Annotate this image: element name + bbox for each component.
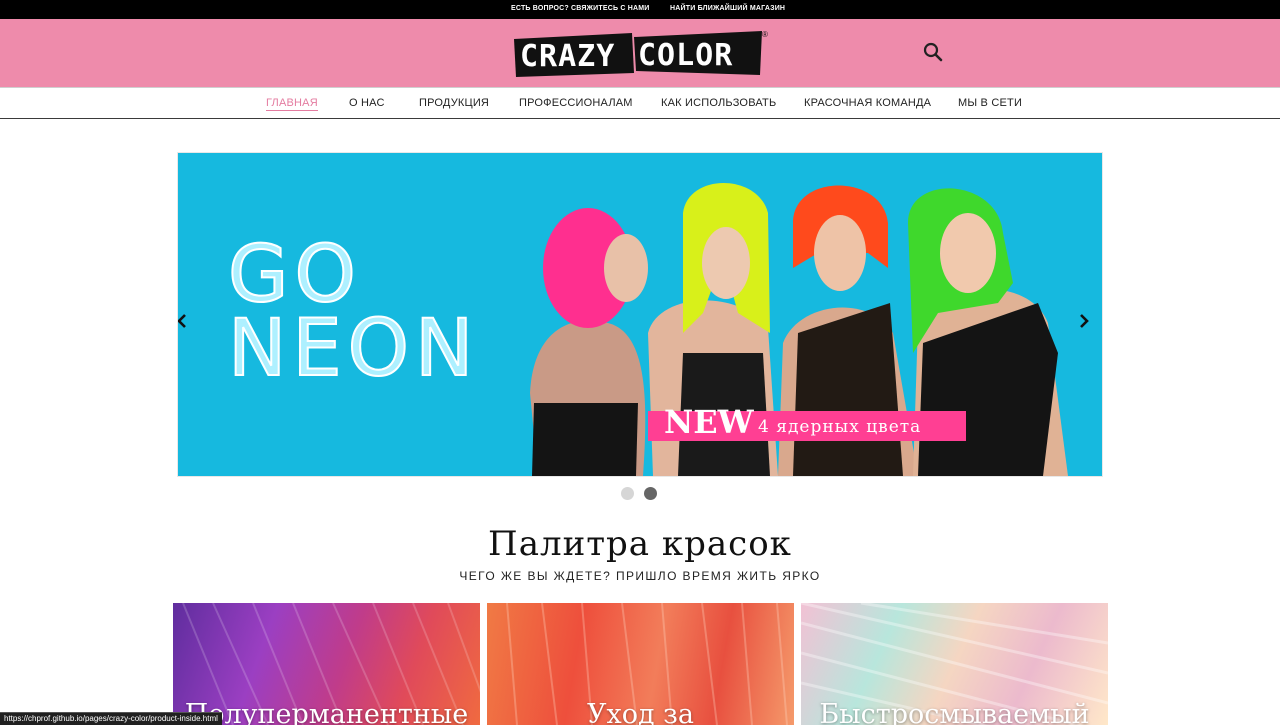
nav-item-about[interactable]: О НАС — [349, 97, 385, 109]
registered-mark: ® — [762, 30, 768, 39]
hero-banner-image: GO NEON NEW 4 ядерных цвета — [227, 183, 1068, 476]
slider-dot-2[interactable] — [644, 487, 657, 500]
palette-subtitle: ЧЕГО ЖЕ ВЫ ЖДЕТЕ? ПРИШЛО ВРЕМЯ ЖИТЬ ЯРКО — [459, 569, 821, 583]
find-store-link[interactable]: НАЙТИ БЛИЖАЙШИЙ МАГАЗИН — [670, 5, 785, 12]
new-badge-label: NEW — [664, 403, 755, 441]
contact-link[interactable]: ЕСТЬ ВОПРОС? СВЯЖИТЕСЬ С НАМИ — [511, 5, 650, 12]
logo-word-color: COLOR — [638, 38, 733, 73]
hero-headline-neon: NEON — [228, 304, 479, 394]
slider-dot-1[interactable] — [621, 487, 634, 500]
nav-item-products[interactable]: ПРОДУКЦИЯ — [419, 97, 489, 109]
category-card-care[interactable]: Уход за — [487, 603, 794, 725]
category-card-label: Быстросмываемый — [819, 699, 1090, 725]
main-nav: ГЛАВНАЯ О НАС ПРОДУКЦИЯ ПРОФЕССИОНАЛАМ К… — [0, 87, 1280, 119]
slider-prev-arrow[interactable] — [178, 313, 190, 329]
logo-word-crazy: CRAZY — [520, 39, 615, 74]
search-icon[interactable] — [922, 41, 944, 63]
top-bar: ЕСТЬ ВОПРОС? СВЯЖИТЕСЬ С НАМИ НАЙТИ БЛИЖ… — [0, 0, 1280, 19]
nav-item-professionals[interactable]: ПРОФЕССИОНАЛАМ — [519, 97, 633, 109]
nav-item-home[interactable]: ГЛАВНАЯ — [266, 97, 318, 111]
palette-title: Палитра красок — [488, 524, 792, 564]
nav-item-color-team[interactable]: КРАСОЧНАЯ КОМАНДА — [804, 97, 931, 109]
category-card-label: Уход за — [586, 699, 695, 725]
category-card-semi-permanent[interactable]: Полуперманентные — [173, 603, 480, 725]
nav-item-how-to-use[interactable]: КАК ИСПОЛЬЗОВАТЬ — [661, 97, 776, 109]
new-badge-text: 4 ядерных цвета — [758, 417, 921, 437]
site-header: CRAZY COLOR ® — [0, 19, 1280, 87]
slider-next-arrow[interactable] — [1076, 313, 1092, 329]
browser-status-url: https://chprof.github.io/pages/crazy-col… — [0, 712, 222, 725]
category-card-wash-out[interactable]: Быстросмываемый — [801, 603, 1108, 725]
hero-slider: GO NEON NEW 4 ядерных цвета — [178, 153, 1102, 476]
slider-dots — [621, 487, 661, 501]
nav-item-social[interactable]: МЫ В СЕТИ — [958, 97, 1022, 109]
crazy-color-logo[interactable]: CRAZY COLOR ® — [510, 25, 772, 81]
model-pink-hair — [530, 208, 648, 476]
